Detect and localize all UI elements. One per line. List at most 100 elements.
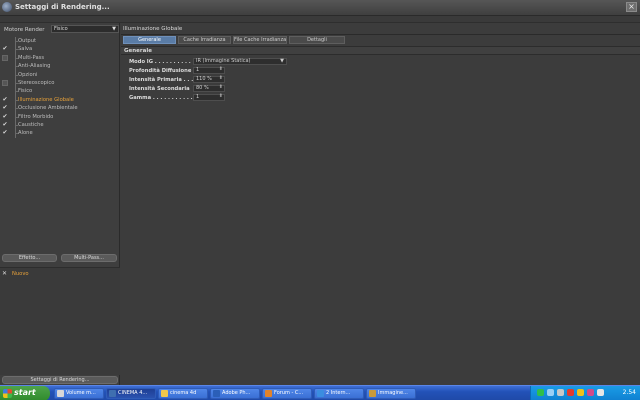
param-value: 110 % [196, 76, 212, 82]
taskbar-button[interactable]: Immagine... [366, 388, 416, 399]
render-option-item[interactable]: Fisico [0, 87, 120, 96]
checkmark-icon[interactable]: ✔ [2, 105, 8, 111]
tray-icon[interactable] [547, 389, 554, 396]
tab-dettagli[interactable]: Dettagli [289, 36, 345, 44]
option-checkbox[interactable] [2, 54, 8, 61]
option-checkbox[interactable] [2, 38, 8, 44]
param-label: Intensità Primaria . . . . [129, 77, 197, 83]
app-icon [57, 390, 64, 397]
param-label: Intensità Secondaria [129, 86, 190, 92]
param-row: Profondità Diffusione 1 ⬍ [129, 67, 629, 75]
param-stepper[interactable]: 1 ⬍ [193, 94, 225, 101]
render-option-label: Stereoscopico [18, 79, 55, 86]
system-tray: 2.54 [530, 386, 640, 400]
render-option-item[interactable]: Stereoscopico [0, 78, 120, 88]
stepper-arrows-icon[interactable]: ⬍ [219, 85, 223, 90]
render-settings-button[interactable]: Settaggi di Rendering... [2, 376, 118, 384]
render-option-item[interactable]: ✔ Filtro Morbido [0, 112, 120, 121]
taskbar-button[interactable]: Adobe Ph... [210, 388, 260, 399]
app-icon [213, 390, 220, 397]
param-stepper[interactable]: 110 % ⬍ [193, 76, 225, 83]
tray-icon[interactable] [577, 389, 584, 396]
stepper-arrows-icon[interactable]: ⬍ [219, 67, 223, 72]
render-option-label: Anti-Aliasing [18, 63, 51, 70]
volume-icon[interactable] [597, 389, 604, 396]
render-settings-window: Settaggi di Rendering... × Motore Render… [0, 0, 640, 400]
checkmark-icon[interactable]: ✔ [2, 113, 8, 120]
param-row: Intensità Secondaria 80 % ⬍ [129, 85, 629, 93]
tray-icon[interactable] [557, 389, 564, 396]
param-row: Gamma . . . . . . . . . . . . . . 1 ⬍ [129, 94, 629, 102]
taskbar-button[interactable]: Volume m... [54, 388, 104, 399]
param-row: Intensità Primaria . . . . 110 % ⬍ [129, 76, 629, 84]
option-checkbox[interactable] [2, 88, 8, 94]
render-option-label: Filtro Morbido [18, 113, 54, 120]
taskbar-button[interactable]: Forum - C... [262, 388, 312, 399]
effects-buttons-row: Effetto... Multi-Pass... [0, 254, 120, 264]
param-stepper[interactable]: 80 % ⬍ [193, 85, 225, 92]
tab-generale[interactable]: Generale [123, 36, 176, 44]
taskbar-button-label: Adobe Ph... [222, 390, 251, 396]
tab-file-cache-irradianza[interactable]: File Cache Irradianza [233, 36, 287, 44]
windows-flag-icon [3, 389, 12, 398]
preset-label: Nuovo [12, 271, 29, 277]
app-icon [109, 390, 116, 397]
stepper-arrows-icon[interactable]: ⬍ [219, 94, 223, 99]
group-header[interactable]: Generale [121, 46, 640, 55]
checkmark-icon[interactable]: ✔ [2, 121, 8, 128]
render-option-item[interactable]: ✔ Occlusione Ambientale [0, 104, 120, 113]
render-option-item[interactable]: Opzioni [0, 70, 120, 79]
renderer-dropdown[interactable]: Fisico ▼ [51, 25, 119, 33]
checkmark-icon[interactable]: ✔ [2, 130, 8, 136]
tray-icon[interactable] [567, 389, 574, 396]
taskbar-button[interactable]: 2 Intern... [314, 388, 364, 399]
preset-item[interactable]: ✕ Nuovo [2, 271, 102, 279]
render-option-item[interactable]: ✔ Alone [0, 129, 120, 138]
render-option-item[interactable]: Multi-Pass [0, 53, 120, 63]
taskbar-button-label: CINEMA 4... [118, 390, 148, 396]
tray-icon[interactable] [587, 389, 594, 396]
param-value: 80 % [196, 85, 209, 91]
effects-button[interactable]: Effetto... [2, 254, 57, 262]
tray-icon[interactable] [537, 389, 544, 396]
checkmark-icon[interactable]: ✔ [2, 46, 8, 52]
title-bar: Settaggi di Rendering... × [0, 0, 640, 16]
gi-mode-dropdown[interactable]: IR (Immagine Statica) ▼ [193, 58, 287, 65]
render-option-item[interactable]: ✔ Illuminazione Globale [0, 95, 120, 105]
taskbar-button[interactable]: CINEMA 4... [106, 388, 156, 399]
render-option-item[interactable]: ✔ Caustiche [0, 120, 120, 130]
option-checkbox[interactable] [2, 79, 8, 86]
render-option-label: Illuminazione Globale [18, 96, 74, 103]
close-button[interactable]: × [626, 2, 637, 12]
stepper-arrows-icon[interactable]: ⬍ [219, 76, 223, 81]
taskbar-button[interactable]: cinema 4d [158, 388, 208, 399]
checkmark-icon[interactable]: ✔ [2, 96, 8, 103]
tab-cache-irradianza[interactable]: Cache Irradianza [178, 36, 231, 44]
taskbar-button-label: 2 Intern... [326, 390, 351, 396]
render-option-item[interactable]: Output [0, 37, 120, 46]
divider [121, 34, 640, 35]
preset-checkbox[interactable]: ✕ [2, 271, 8, 277]
option-checkbox[interactable] [2, 72, 8, 78]
taskbar-button-label: cinema 4d [170, 390, 197, 396]
taskbar-button-label: Immagine... [378, 390, 408, 396]
app-icon [161, 390, 168, 397]
render-option-label: Opzioni [18, 71, 38, 78]
start-button[interactable]: start [0, 386, 50, 400]
app-icon [317, 390, 324, 397]
multipass-button[interactable]: Multi-Pass... [61, 254, 117, 262]
taskbar-button-label: Forum - C... [274, 390, 304, 396]
window-title: Settaggi di Rendering... [15, 3, 110, 11]
renderer-row: Motore Render Fisico ▼ [4, 25, 119, 34]
app-icon [265, 390, 272, 397]
param-value: 1 [196, 67, 200, 73]
render-option-item[interactable]: ✔ Salva [0, 45, 120, 54]
render-option-label: Caustiche [18, 121, 44, 128]
param-stepper[interactable]: 1 ⬍ [193, 67, 225, 74]
clock: 2.54 [622, 389, 636, 396]
render-options-list: Output ✔ Salva Multi-Pass Anti-Aliasing Opzio… [0, 37, 120, 138]
option-checkbox[interactable] [2, 63, 8, 69]
render-option-item[interactable]: Anti-Aliasing [0, 62, 120, 71]
chevron-down-icon: ▼ [112, 26, 116, 32]
taskbar: start Volume m... CINEMA 4... cinema 4d Ado… [0, 385, 640, 400]
